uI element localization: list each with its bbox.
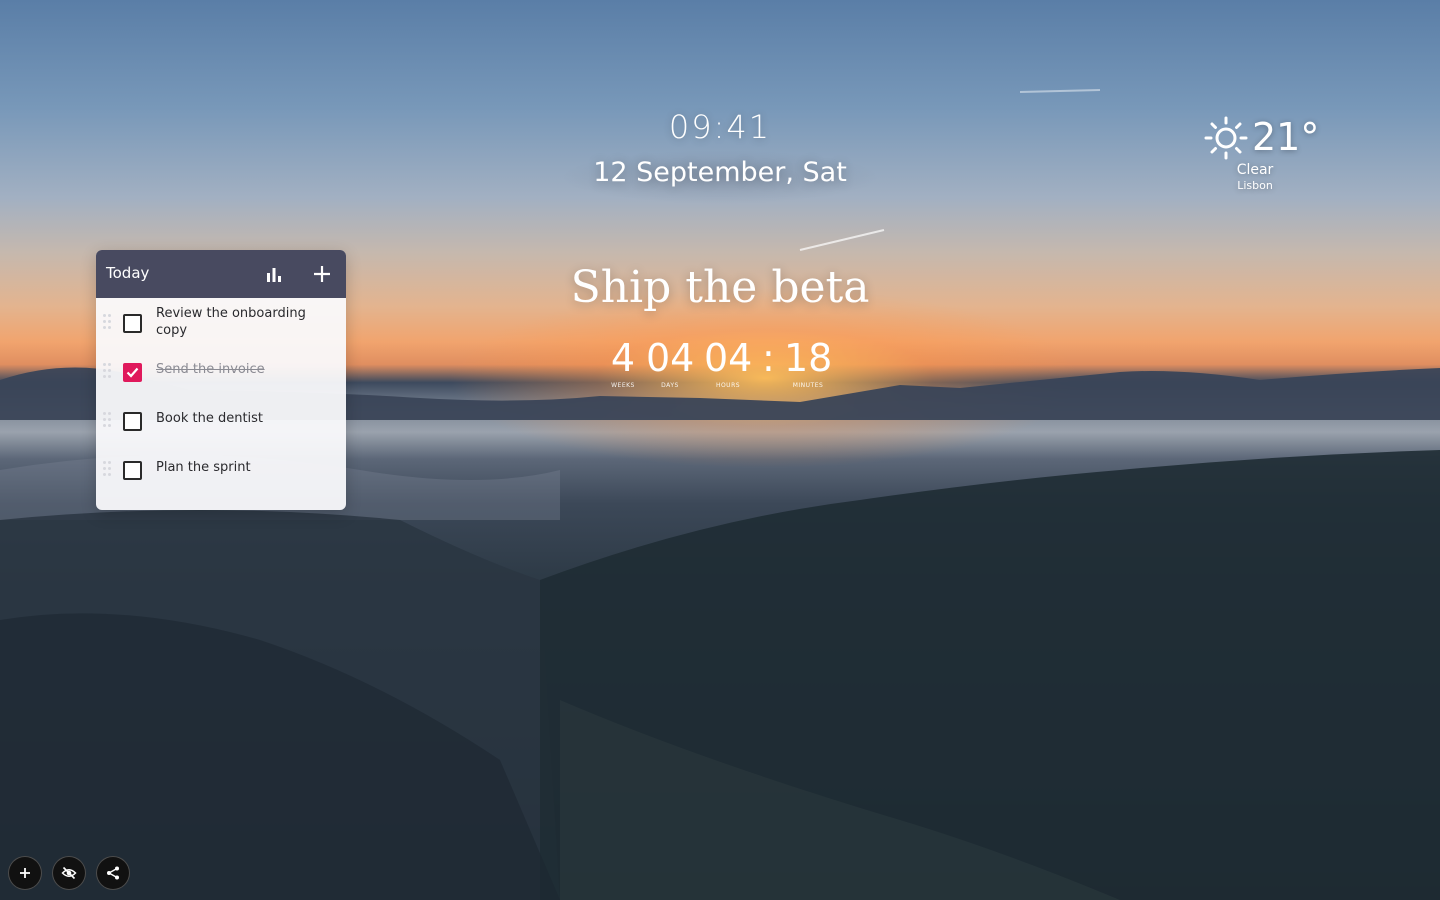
- countdown-weeks: 4 WEEKS: [600, 336, 646, 389]
- todo-text[interactable]: Review the onboarding copy: [156, 305, 336, 339]
- clock-date[interactable]: 12 September, Sat: [0, 157, 1440, 188]
- countdown-minutes-value: 18: [784, 336, 833, 380]
- hide-widgets-button[interactable]: [52, 856, 86, 890]
- weather-city: Lisbon: [1237, 179, 1273, 192]
- countdown-hours-label: HOURS: [715, 382, 741, 389]
- checkmark-icon: [126, 367, 139, 378]
- todo-header: Today: [96, 250, 346, 298]
- share-icon: [107, 866, 119, 880]
- countdown-days-value: 04: [646, 336, 695, 380]
- countdown-days-label: DAYS: [661, 382, 679, 389]
- plus-icon[interactable]: [311, 263, 333, 285]
- weather-temperature: 21°: [1252, 115, 1320, 159]
- countdown: 4 WEEKS 04 DAYS 04 HOURS : 18 MINUTES: [600, 336, 840, 396]
- todo-checkbox-checked[interactable]: [123, 363, 142, 382]
- todo-item[interactable]: Plan the sprint: [96, 451, 346, 491]
- todo-checkbox[interactable]: [123, 461, 142, 480]
- add-widget-button[interactable]: [8, 856, 42, 890]
- eye-off-icon: [61, 866, 77, 880]
- countdown-minutes-label: MINUTES: [792, 382, 824, 389]
- countdown-days: 04 DAYS: [646, 336, 694, 389]
- countdown-hours-value: 04: [704, 336, 753, 380]
- drag-handle-icon[interactable]: [103, 412, 113, 428]
- todo-text[interactable]: Plan the sprint: [156, 459, 336, 476]
- todo-checkbox[interactable]: [123, 412, 142, 431]
- countdown-separator: :: [762, 336, 775, 380]
- todo-item[interactable]: Book the dentist: [96, 402, 346, 442]
- bar-chart-icon[interactable]: [264, 265, 284, 285]
- countdown-weeks-label: WEEKS: [611, 382, 635, 389]
- todo-panel: Today Review the onboarding copy Send th…: [96, 250, 346, 510]
- todo-text[interactable]: Book the dentist: [156, 410, 336, 427]
- drag-handle-icon[interactable]: [103, 314, 113, 330]
- plus-icon: [20, 868, 30, 878]
- todo-title[interactable]: Today: [106, 264, 149, 282]
- todo-item[interactable]: Send the invoice: [96, 353, 346, 393]
- todo-text[interactable]: Send the invoice: [156, 361, 336, 378]
- countdown-hours: 04 HOURS: [704, 336, 752, 389]
- drag-handle-icon[interactable]: [103, 363, 113, 379]
- drag-handle-icon[interactable]: [103, 461, 113, 477]
- share-button[interactable]: [96, 856, 130, 890]
- todo-item[interactable]: Review the onboarding copy: [96, 304, 346, 344]
- weather-condition: Clear: [1236, 162, 1274, 178]
- countdown-minutes: 18 MINUTES: [784, 336, 832, 389]
- todo-checkbox[interactable]: [123, 314, 142, 333]
- sun-icon: [1204, 116, 1248, 160]
- countdown-weeks-value: 4: [610, 336, 636, 380]
